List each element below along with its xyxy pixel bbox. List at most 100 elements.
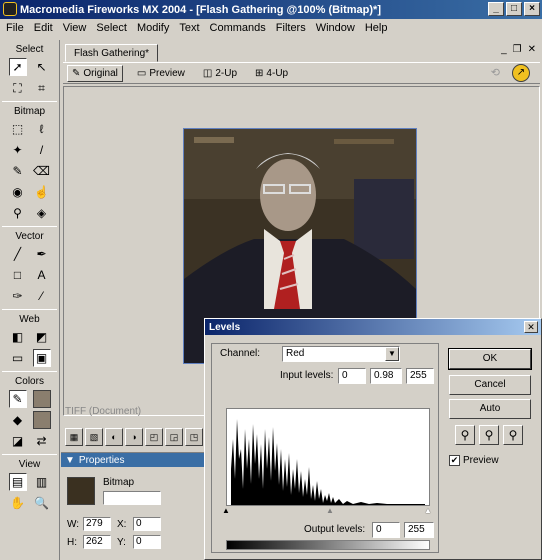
properties-header[interactable]: ▼ Properties [61,453,207,467]
gray-eyedropper-icon[interactable]: ⚲ [479,425,499,445]
magic-wand-tool-icon[interactable]: ✦ [9,141,27,159]
histogram [226,408,430,506]
fill-color-icon[interactable]: ◆ [9,411,27,429]
output-levels-label: Output levels: [304,524,366,535]
paint-bucket-tool-icon[interactable]: ◈ [33,204,51,222]
white-point-handle-icon[interactable]: ▲ [424,506,432,515]
tab-original[interactable]: ✎ Original [67,64,123,82]
cancel-button[interactable]: Cancel [449,375,531,395]
menu-modify[interactable]: Modify [137,22,169,34]
preview-label: Preview [463,455,499,466]
black-eyedropper-icon[interactable]: ⚲ [455,425,475,445]
doc-close-icon[interactable]: ✕ [528,44,536,55]
text-tool-icon[interactable]: A [33,266,51,284]
align-icon[interactable]: ◳ [185,428,203,446]
pointer-tool-icon[interactable]: ➚ [8,58,27,76]
view-tabs: ✎ Original ▭ Preview ◫ 2-Up ⊞ 4-Up ⟲ ↗ [63,62,540,84]
rectangle-tool-icon[interactable]: □ [9,266,27,284]
doc-restore-icon[interactable]: ❐ [513,44,522,55]
doc-minimize-icon[interactable]: _ [501,44,507,55]
send-back-icon[interactable]: ◲ [165,428,183,446]
tab-preview[interactable]: ▭ Preview [133,66,189,81]
gamma-handle-icon[interactable]: ▲ [326,506,334,515]
document-tab[interactable]: Flash Gathering* [65,44,159,62]
y-field[interactable]: 0 [133,535,161,549]
standard-screen-icon[interactable]: ▤ [8,473,27,491]
eyedropper-tool-icon[interactable]: ⚲ [9,204,27,222]
properties-panel: ▼ Properties Bitmap W: 279 X: 0 H: 262 Y… [61,452,207,560]
crop-tool-icon[interactable]: ⌗ [33,79,51,97]
menu-commands[interactable]: Commands [210,22,266,34]
menu-filters[interactable]: Filters [276,22,306,34]
menu-select[interactable]: Select [96,22,127,34]
channel-select[interactable]: Red ▼ [282,346,400,362]
pen-tool-icon[interactable]: ✒ [33,245,51,263]
history-icon[interactable]: ⟲ [491,66,500,79]
smudge-tool-icon[interactable]: ☝ [33,183,51,201]
channel-label: Channel: [220,348,261,359]
menu-view[interactable]: View [63,22,87,34]
pencil-tool-icon[interactable]: ✎ [9,162,27,180]
hotspot-tool-icon[interactable]: ◧ [9,328,27,346]
split-icon[interactable]: ◑ [125,428,143,446]
tools-bitmap-title: Bitmap [13,106,46,117]
knife-tool-icon[interactable]: ⁄ [33,287,51,305]
document-status: TIFF (Document) [65,406,142,417]
x-field[interactable]: 0 [133,517,161,531]
levels-close-button[interactable]: ✕ [524,321,538,333]
menu-help[interactable]: Help [365,22,388,34]
blur-tool-icon[interactable]: ◉ [9,183,27,201]
white-eyedropper-icon[interactable]: ⚲ [503,425,523,445]
tab-2-up[interactable]: ◫ 2-Up [199,66,241,81]
output-white-field[interactable]: 255 [404,522,434,538]
close-button[interactable]: × [524,2,540,16]
eraser-tool-icon[interactable]: ⌫ [33,162,51,180]
freeform-tool-icon[interactable]: ✑ [9,287,27,305]
show-slices-icon[interactable]: ▣ [32,349,51,367]
menu-text[interactable]: Text [179,22,199,34]
default-colors-icon[interactable]: ◪ [9,432,27,450]
input-gamma-field[interactable]: 0.98 [370,368,402,384]
ungroup-icon[interactable]: ▧ [85,428,103,446]
black-point-handle-icon[interactable]: ▲ [222,506,230,515]
brush-tool-icon[interactable]: / [33,141,51,159]
auto-button[interactable]: Auto [449,399,531,419]
hide-slices-icon[interactable]: ▭ [9,349,27,367]
menu-window[interactable]: Window [316,22,355,34]
object-name-field[interactable] [103,491,161,505]
tools-colors-title: Colors [15,376,44,387]
zoom-tool-icon[interactable]: 🔍 [33,494,51,512]
marquee-tool-icon[interactable]: ⬚ [9,120,27,138]
slice-tool-icon[interactable]: ◩ [33,328,51,346]
lasso-tool-icon[interactable]: ℓ [33,120,51,138]
line-tool-icon[interactable]: ╱ [9,245,27,263]
menu-edit[interactable]: Edit [34,22,53,34]
join-icon[interactable]: ◐ [105,428,123,446]
group-icon[interactable]: ▦ [65,428,83,446]
stroke-color-icon[interactable]: ✎ [8,390,27,408]
ok-button[interactable]: OK [448,348,532,370]
bring-front-icon[interactable]: ◰ [145,428,163,446]
chevron-down-icon: ▼ [385,347,399,361]
input-black-field[interactable]: 0 [338,368,366,384]
swap-colors-icon[interactable]: ⇄ [33,432,51,450]
fill-swatch[interactable] [32,411,51,429]
height-field[interactable]: 262 [83,535,111,549]
minimize-button[interactable]: _ [488,2,504,16]
output-black-field[interactable]: 0 [372,522,400,538]
tab-4-up[interactable]: ⊞ 4-Up [251,66,292,81]
input-levels-label: Input levels: [280,370,334,381]
menu-file[interactable]: File [6,22,24,34]
scale-tool-icon[interactable]: ⛶ [9,79,27,97]
quick-export-icon[interactable]: ↗ [512,64,530,82]
hand-tool-icon[interactable]: ✋ [9,494,27,512]
width-field[interactable]: 279 [83,517,111,531]
stroke-swatch[interactable] [32,390,51,408]
maximize-button[interactable]: □ [506,2,522,16]
input-white-field[interactable]: 255 [406,368,434,384]
full-screen-menu-icon[interactable]: ▥ [33,473,51,491]
input-slider[interactable]: ▲ ▲ ▲ [222,506,432,515]
tools-select-title: Select [15,44,44,55]
subselect-tool-icon[interactable]: ↖ [33,58,51,76]
preview-checkbox[interactable]: ✔ [449,455,460,466]
